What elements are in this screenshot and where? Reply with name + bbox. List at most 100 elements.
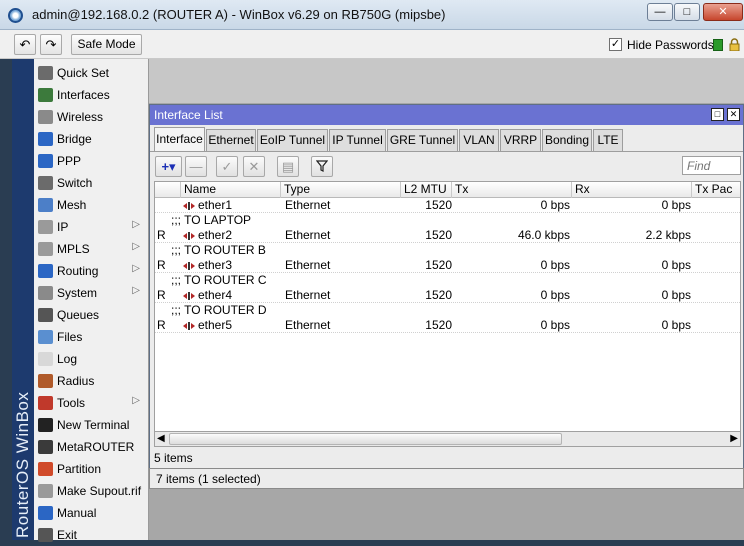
scroll-right-icon[interactable]: ▶ <box>730 433 738 444</box>
hide-passwords-checkbox[interactable]: ✓ <box>609 38 622 51</box>
tab-bonding[interactable]: Bonding <box>542 129 592 151</box>
system-icon <box>38 286 53 300</box>
sidebar-item-interfaces[interactable]: Interfaces <box>34 84 148 106</box>
add-button[interactable]: +▾ <box>155 156 182 177</box>
sidebar-item-manual[interactable]: Manual <box>34 502 148 524</box>
row-tx: 46.0 kbps <box>453 228 570 243</box>
disable-button[interactable]: ✕ <box>243 156 265 177</box>
sidebar-item-mesh[interactable]: Mesh <box>34 194 148 216</box>
row-tx: 0 bps <box>453 318 570 333</box>
tab-lte[interactable]: LTE <box>593 129 623 151</box>
row-rx-text: 0 bps <box>661 198 691 212</box>
row-comment: ;;; TO ROUTER D <box>171 303 267 317</box>
sidebar-item-label: IP <box>57 220 69 234</box>
sidebar-item-ip[interactable]: IP ▷ <box>34 216 148 238</box>
find-input[interactable] <box>682 156 741 175</box>
sidebar-item-queues[interactable]: Queues <box>34 304 148 326</box>
row-flag-text: R <box>157 318 166 332</box>
comment-row[interactable]: ;;; TO ROUTER D <box>155 303 740 318</box>
submenu-arrow-icon: ▷ <box>132 285 140 296</box>
sidebar-item-tools[interactable]: Tools ▷ <box>34 392 148 414</box>
table-row[interactable]: Rether2 Ethernet 1520 46.0 kbps 2.2 kbps <box>155 228 740 243</box>
log-icon <box>38 352 53 366</box>
row-rx: 0 bps <box>573 288 691 303</box>
row-name-text: ether4 <box>198 288 233 302</box>
table-row[interactable]: Rether3 Ethernet 1520 0 bps 0 bps <box>155 258 740 273</box>
horizontal-scrollbar[interactable]: ◀ ▶ <box>154 431 741 447</box>
row-name-text: ether3 <box>198 258 233 272</box>
sidebar-item-metarouter[interactable]: MetaROUTER <box>34 436 148 458</box>
tab-vlan[interactable]: VLAN <box>459 129 499 151</box>
type-column-header[interactable]: Type <box>281 182 401 198</box>
interface-list-maximize-button[interactable]: □ <box>711 108 724 121</box>
comment-row[interactable]: ;;; TO ROUTER B <box>155 243 740 258</box>
status-text: 7 items (1 selected) <box>156 472 261 486</box>
title-bar: admin@192.168.0.2 (ROUTER A) - WinBox v6… <box>0 0 744 30</box>
rx-column-header[interactable]: Rx <box>572 182 692 198</box>
table-header: Name Type L2 MTU Tx Rx Tx Pac <box>155 182 740 198</box>
undo-button[interactable]: ↶ <box>14 34 36 55</box>
safe-mode-button[interactable]: Safe Mode <box>71 34 142 55</box>
sidebar-item-partition[interactable]: Partition <box>34 458 148 480</box>
row-tx-text: 0 bps <box>540 288 570 302</box>
comment-row[interactable]: ;;; TO ROUTER C <box>155 273 740 288</box>
sidebar-item-label: MPLS <box>57 242 90 256</box>
sidebar-item-make-supout-rif[interactable]: Make Supout.rif <box>34 480 148 502</box>
row-mtu: 1520 <box>400 288 452 303</box>
sidebar-item-exit[interactable]: Exit <box>34 524 148 546</box>
table-row[interactable]: Rether5 Ethernet 1520 0 bps 0 bps <box>155 318 740 333</box>
redo-button[interactable]: ↷ <box>40 34 62 55</box>
interface-list-close-button[interactable]: ✕ <box>727 108 740 121</box>
sidebar-item-files[interactable]: Files <box>34 326 148 348</box>
sidebar-item-wireless[interactable]: Wireless <box>34 106 148 128</box>
interface-list-window: Interface List □ ✕ Interface Ethernet EoIP… <box>149 104 744 489</box>
tab-ip-tunnel[interactable]: IP Tunnel <box>329 129 386 151</box>
scroll-thumb[interactable] <box>169 433 562 445</box>
row-tx-text: 0 bps <box>540 318 570 332</box>
tab-eoip-tunnel[interactable]: EoIP Tunnel <box>257 129 328 151</box>
submenu-arrow-icon: ▷ <box>132 241 140 252</box>
row-type-text: Ethernet <box>285 198 331 212</box>
mtu-column-header[interactable]: L2 MTU <box>401 182 452 198</box>
minimize-button[interactable]: — <box>647 3 673 21</box>
name-column-header[interactable]: Name <box>181 182 281 198</box>
maximize-button[interactable]: □ <box>674 3 700 21</box>
flag-column-header[interactable] <box>155 182 181 198</box>
sidebar-item-label: New Terminal <box>57 418 130 432</box>
filter-button[interactable] <box>311 156 333 177</box>
sidebar-item-routing[interactable]: Routing ▷ <box>34 260 148 282</box>
sidebar-item-quick-set[interactable]: Quick Set <box>34 62 148 84</box>
sidebar-item-system[interactable]: System ▷ <box>34 282 148 304</box>
comment-button[interactable]: ▤ <box>277 156 299 177</box>
comment-row[interactable]: ;;; TO LAPTOP <box>155 213 740 228</box>
sidebar-item-radius[interactable]: Radius <box>34 370 148 392</box>
sidebar-item-mpls[interactable]: MPLS ▷ <box>34 238 148 260</box>
row-tx-text: 46.0 kbps <box>517 228 570 242</box>
table-row[interactable]: ether1 Ethernet 1520 0 bps 0 bps <box>155 198 740 213</box>
sidebar-item-switch[interactable]: Switch <box>34 172 148 194</box>
row-name: ether1 <box>183 198 281 213</box>
scroll-left-icon[interactable]: ◀ <box>157 433 165 444</box>
tx-packets-column-header[interactable]: Tx Pac <box>692 182 740 198</box>
sidebar-item-bridge[interactable]: Bridge <box>34 128 148 150</box>
row-mtu-text: 1520 <box>425 228 452 242</box>
ethernet-icon <box>183 291 197 301</box>
tab-interface[interactable]: Interface <box>154 127 205 151</box>
sidebar-item-log[interactable]: Log <box>34 348 148 370</box>
remove-button[interactable]: — <box>185 156 207 177</box>
radius-icon <box>38 374 53 388</box>
enable-button[interactable]: ✓ <box>216 156 238 177</box>
row-rx-text: 0 bps <box>661 258 691 272</box>
close-button[interactable]: ✕ <box>703 3 743 21</box>
tab-vrrp[interactable]: VRRP <box>500 129 541 151</box>
row-name-text: ether5 <box>198 318 233 332</box>
sidebar-item-new-terminal[interactable]: New Terminal <box>34 414 148 436</box>
routing-icon <box>38 264 53 278</box>
tab-ethernet[interactable]: Ethernet <box>206 129 256 151</box>
tab-gre-tunnel[interactable]: GRE Tunnel <box>387 129 458 151</box>
sidebar-item-ppp[interactable]: PPP <box>34 150 148 172</box>
table-row[interactable]: Rether4 Ethernet 1520 0 bps 0 bps <box>155 288 740 303</box>
row-type: Ethernet <box>285 318 400 333</box>
tx-column-header[interactable]: Tx <box>452 182 572 198</box>
row-type-text: Ethernet <box>285 318 331 332</box>
